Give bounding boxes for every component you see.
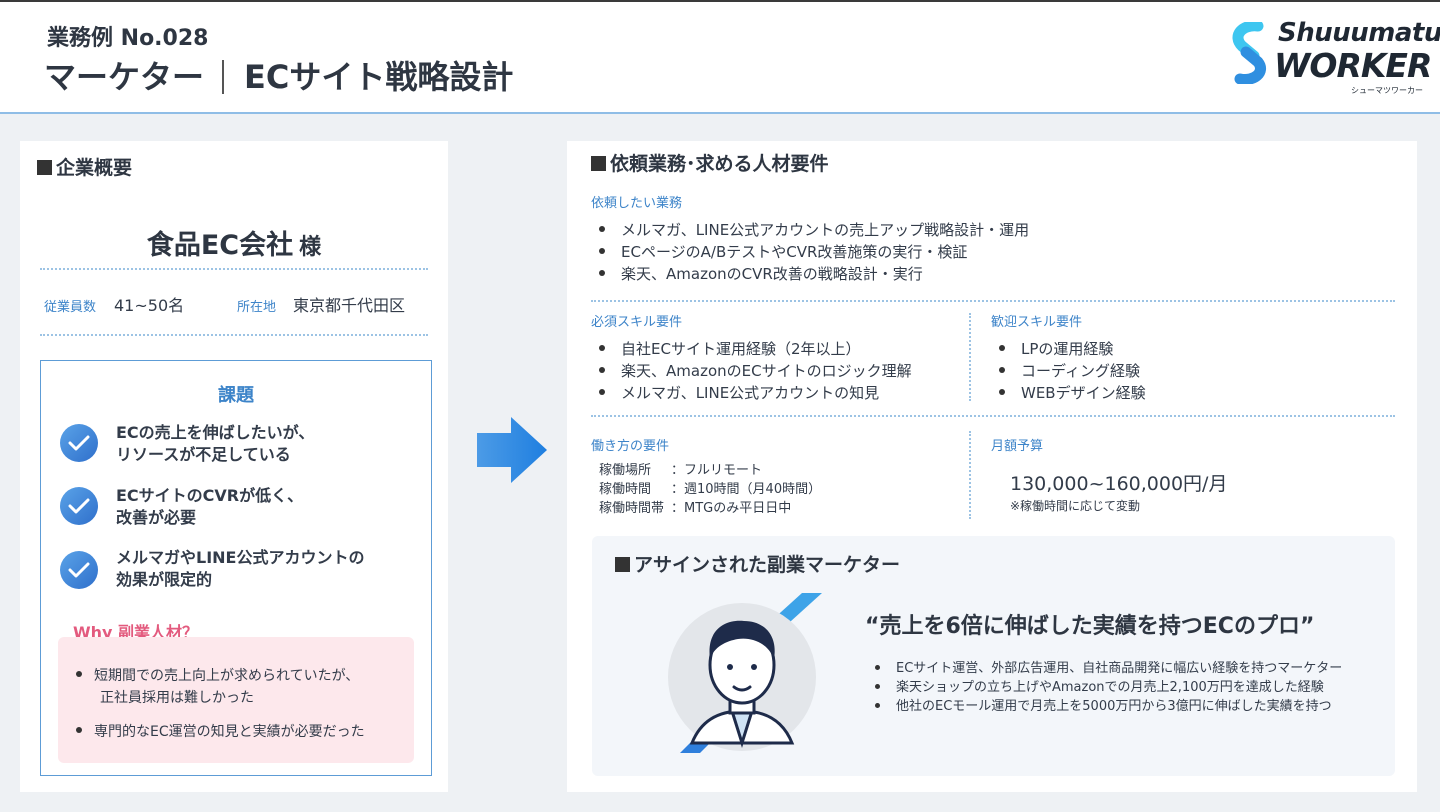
case-number: 業務例 No.028 [47, 26, 209, 51]
location-value: 東京都千代田区 [293, 296, 406, 315]
issues-box: 課題 ECの売上を伸ばしたいが、 リソースが不足している ECサイトのCVRが低く… [40, 360, 432, 776]
why-item: 専門的なEC運営の知見と実績が必要だった [76, 721, 365, 743]
location-label: 所在地 [237, 300, 277, 315]
check-icon [60, 551, 98, 589]
issue-item: ECサイトのCVRが低く、 改善が必要 [116, 486, 304, 527]
required-skills-label: 必須スキル要件 [591, 315, 683, 330]
divider [40, 334, 428, 336]
welcome-skills-list: LPの運用経験 コーディング経験 WEBデザイン経験 [987, 338, 1146, 404]
divider-vertical [969, 313, 971, 401]
issues-title: 課題 [218, 385, 254, 406]
issue-item: ECの売上を伸ばしたいが、 リソースが不足している [116, 423, 315, 464]
bullet-icon [999, 345, 1005, 351]
requirements-panel: 依頼業務･求める人材要件 依頼したい業務 メルマガ、LINE公式アカウントの売上… [567, 141, 1417, 792]
page-title: マーケター ECサイト戦略設計 [44, 52, 513, 98]
budget-label: 月額予算 [991, 439, 1044, 454]
list-item: 楽天、AmazonのECサイトのロジック理解 [587, 360, 912, 382]
list-item: コーディング経験 [987, 360, 1146, 382]
bullet-icon [875, 665, 880, 670]
list-item: WEBデザイン経験 [987, 382, 1146, 404]
logo-text-main: WORKER [1274, 46, 1432, 85]
work-label: 働き方の要件 [591, 439, 670, 454]
page-header: 業務例 No.028 マーケター ECサイト戦略設計 Shuuumatu WORK… [0, 0, 1440, 114]
top-rule [0, 0, 1440, 2]
bullet-icon [599, 345, 605, 351]
arrow-right-icon [477, 417, 547, 483]
budget-value: 130,000~160,000円/月 [1010, 473, 1228, 495]
divider [591, 415, 1395, 417]
square-bullet-icon [591, 156, 606, 171]
assigned-box: アサインされた副業マーケター “売上を6倍に伸ばした実績を持つECのプロ” EC… [592, 536, 1395, 776]
requirements-section-title: 依頼業務･求める人材要件 [591, 149, 829, 176]
assigned-section-title: アサインされた副業マーケター [615, 550, 900, 577]
bullet-icon [599, 270, 605, 276]
work-conditions: 稼働場所 ：フルリモート 稼働時間 ：週10時間（月40時間） 稼働時間帯 ：MTGの… [599, 461, 821, 518]
list-item: メルマガ、LINE公式アカウントの知見 [587, 382, 912, 404]
list-item: メルマガ、LINE公式アカウントの売上アップ戦略設計・運用 [587, 219, 1029, 241]
budget-note: ※稼働時間に応じて変動 [1010, 499, 1141, 513]
role-title: マーケター [44, 58, 205, 96]
tasks-list: メルマガ、LINE公式アカウントの売上アップ戦略設計・運用 ECページのA/Bテ… [587, 219, 1029, 285]
required-skills-list: 自社ECサイト運用経験（2年以上） 楽天、AmazonのECサイトのロジック理解… [587, 338, 912, 404]
bullet-icon [599, 367, 605, 373]
bullet-icon [875, 703, 880, 708]
list-item: 楽天、AmazonのCVR改善の戦略設計・実行 [587, 263, 1029, 285]
bullet-icon [76, 727, 82, 733]
bullet-icon [76, 671, 82, 677]
person-avatar-icon [668, 593, 822, 753]
list-item: 他社のECモール運用で月売上を5000万円から3億円に伸ばした実績を持つ [875, 697, 1342, 716]
check-icon [60, 487, 98, 525]
bullet-icon [599, 226, 605, 232]
why-box: 短期間での売上向上が求められていたが、 正社員採用は難しかった 専門的なEC運営の… [58, 637, 414, 763]
company-panel: 企業概要 食品EC会社様 従業員数 41~50名 所在地 東京都千代田区 課題 … [20, 141, 448, 792]
assigned-quote: “売上を6倍に伸ばした実績を持つECのプロ” [865, 614, 1315, 639]
list-item: 楽天ショップの立ち上げやAmazonでの月売上2,100万円を達成した経験 [875, 678, 1342, 697]
logo-text-kana: シューマツワーカー [1351, 86, 1423, 95]
employees-label: 従業員数 [44, 300, 97, 315]
company-name: 食品EC会社様 [146, 230, 322, 261]
bullet-icon [999, 367, 1005, 373]
divider [40, 268, 428, 270]
divider [591, 300, 1395, 302]
assigned-profile-list: ECサイト運営、外部広告運用、自社商品開発に幅広い経験を持つマーケター 楽天ショ… [875, 659, 1342, 716]
square-bullet-icon [37, 160, 52, 175]
bullet-icon [599, 389, 605, 395]
work-row: 稼働時間 ：週10時間（月40時間） [599, 482, 822, 497]
check-icon [60, 424, 98, 462]
brand-logo: Shuuumatu WORKER シューマツワーカー [1228, 18, 1440, 98]
bullet-icon [999, 389, 1005, 395]
list-item: LPの運用経験 [987, 338, 1146, 360]
employees-value: 41~50名 [114, 296, 185, 315]
list-item: ECページのA/BテストやCVR改善施策の実行・検証 [587, 241, 1029, 263]
title-divider [222, 60, 225, 94]
tasks-label: 依頼したい業務 [591, 196, 683, 211]
bullet-icon [875, 684, 880, 689]
honorific: 様 [299, 235, 322, 260]
work-row: 稼働場所 ：フルリモート [599, 463, 763, 478]
why-item: 短期間での売上向上が求められていたが、 正社員採用は難しかった [76, 665, 359, 709]
s-mark-icon [1232, 22, 1266, 84]
list-item: 自社ECサイト運用経験（2年以上） [587, 338, 912, 360]
work-row: 稼働時間帯 ：MTGのみ平日日中 [599, 501, 792, 516]
welcome-skills-label: 歓迎スキル要件 [991, 315, 1083, 330]
divider-vertical [969, 431, 971, 519]
list-item: ECサイト運営、外部広告運用、自社商品開発に幅広い経験を持つマーケター [875, 659, 1342, 678]
issue-item: メルマガやLINE公式アカウントの 効果が限定的 [116, 548, 365, 589]
project-title: ECサイト戦略設計 [244, 58, 514, 96]
logo-text-top: Shuuumatu [1278, 18, 1440, 48]
bullet-icon [599, 248, 605, 254]
company-section-title: 企業概要 [37, 153, 132, 180]
square-bullet-icon [615, 557, 630, 572]
